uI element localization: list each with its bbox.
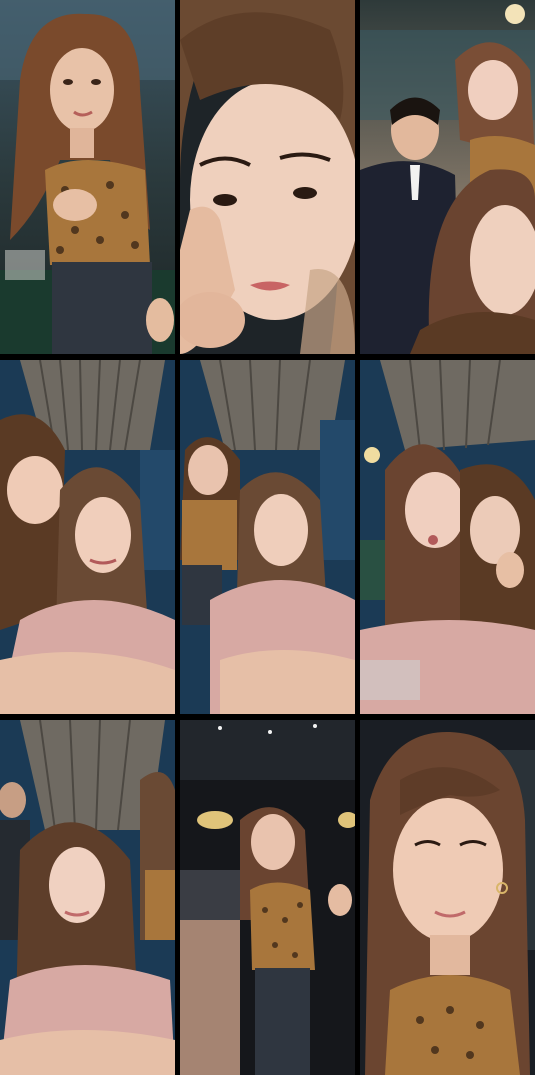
- photo-tile-7: [0, 720, 175, 1075]
- photo-tile-1-image: [0, 0, 175, 354]
- photo-tile-3: [360, 0, 535, 354]
- photo-tile-4: [0, 360, 175, 714]
- photo-tile-5-image: [180, 360, 355, 714]
- photo-tile-2: [180, 0, 355, 354]
- photo-tile-1: [0, 0, 175, 354]
- photo-collage: [0, 0, 535, 1075]
- photo-tile-6-image: [360, 360, 535, 714]
- photo-tile-5: [180, 360, 355, 714]
- photo-tile-6: [360, 360, 535, 714]
- photo-tile-8: [180, 720, 355, 1075]
- photo-tile-4-image: [0, 360, 175, 714]
- photo-tile-8-image: [180, 720, 355, 1075]
- photo-tile-9-image: [360, 720, 535, 1075]
- photo-tile-3-image: [360, 0, 535, 354]
- photo-tile-2-image: [180, 0, 355, 354]
- photo-tile-7-image: [0, 720, 175, 1075]
- photo-tile-9: [360, 720, 535, 1075]
